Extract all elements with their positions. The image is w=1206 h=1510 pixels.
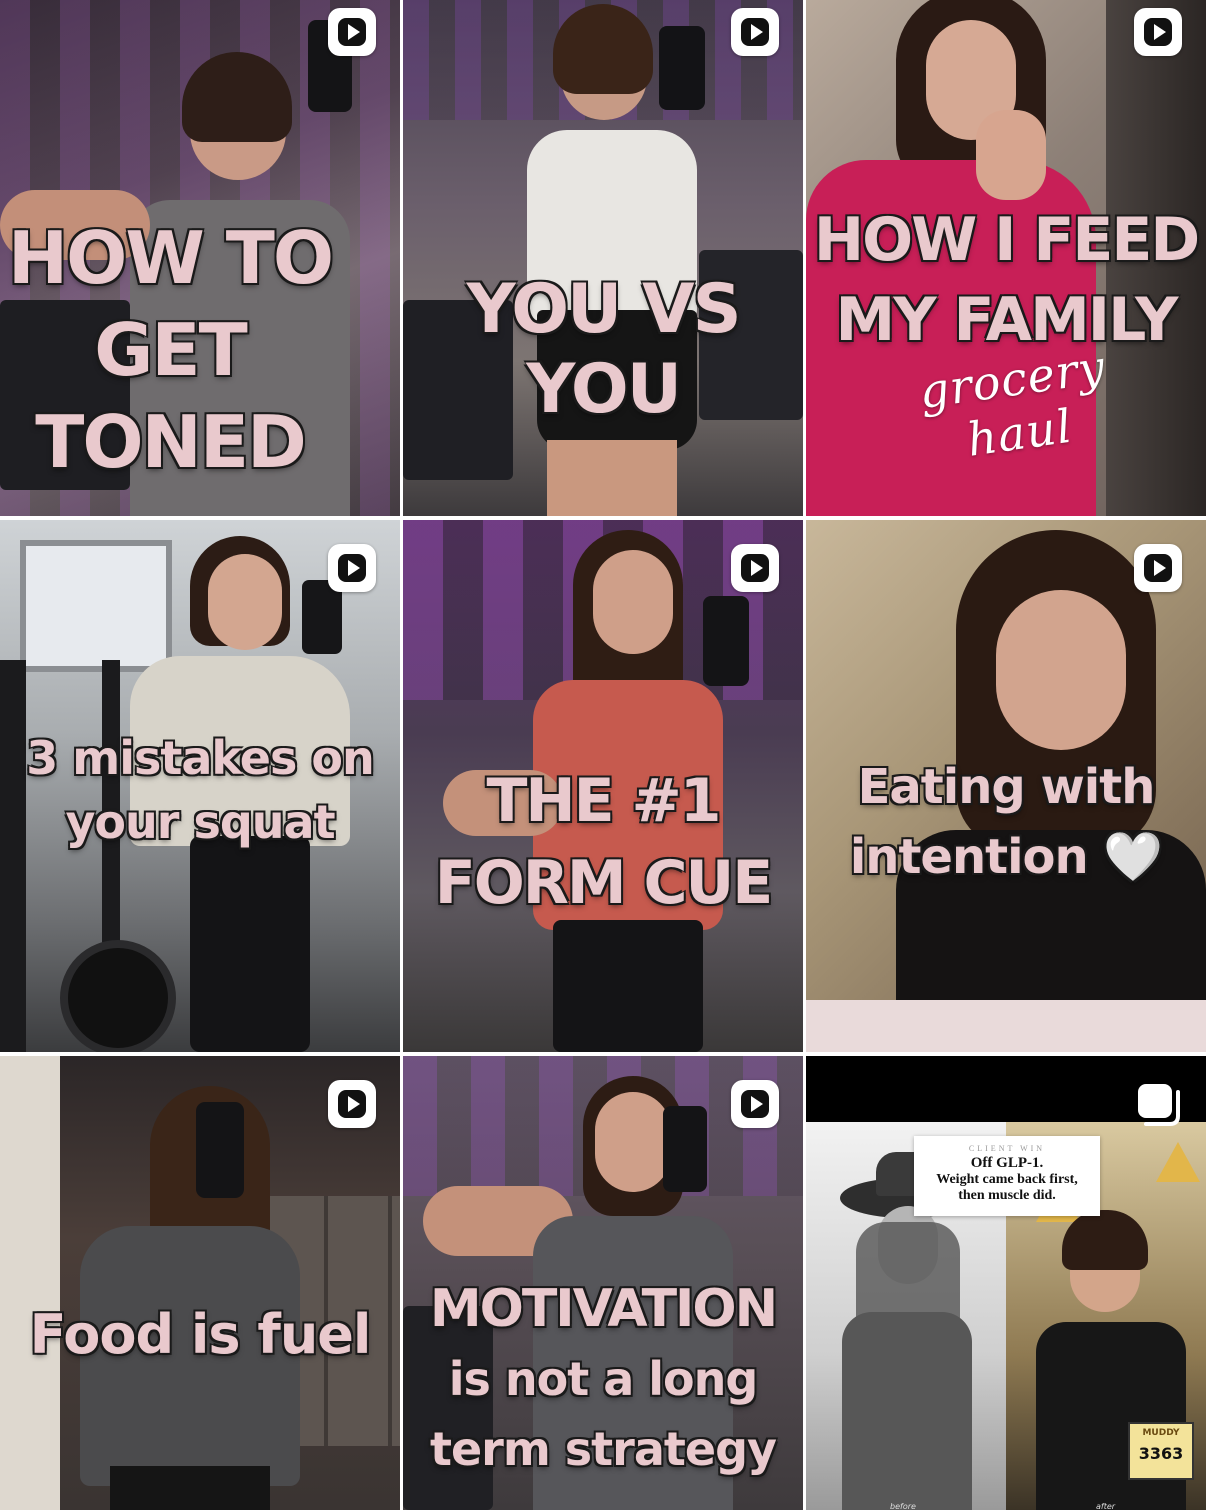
client-win-card: CLIENT WIN Off GLP-1. Weight came back f… — [914, 1136, 1100, 1216]
caption-line: term strategy — [429, 1422, 777, 1476]
post-tile-9[interactable]: MUDDY 3363 CLIENT WIN Off GLP-1. Weight … — [806, 1056, 1206, 1510]
race-bib: MUDDY 3363 — [1128, 1422, 1194, 1480]
hair — [553, 4, 653, 94]
star-decor — [1156, 1142, 1200, 1182]
tank-top — [1036, 1322, 1186, 1510]
play-icon[interactable] — [731, 544, 779, 592]
caption-line: HOW I FEED — [813, 205, 1200, 275]
post-tile-5[interactable]: THE #1 FORM CUE — [403, 520, 803, 1052]
post-tile-6[interactable]: Eating with intention 🤍 — [806, 520, 1206, 1052]
caption-line: YOU VS YOU — [466, 270, 741, 429]
play-icon[interactable] — [731, 1080, 779, 1128]
carousel-icon[interactable] — [1134, 1080, 1186, 1128]
person-photo — [60, 1086, 320, 1510]
wall-panel — [0, 1056, 60, 1510]
caption-line: intention 🤍 — [849, 829, 1163, 885]
post-caption-overlay: YOU VS YOU — [403, 270, 803, 430]
play-icon[interactable] — [1134, 544, 1182, 592]
before-label: before — [890, 1502, 916, 1510]
hand — [976, 110, 1046, 200]
phone — [663, 1106, 707, 1192]
play-icon[interactable] — [1134, 8, 1182, 56]
play-icon[interactable] — [731, 8, 779, 56]
card-line: Weight came back first, — [936, 1172, 1078, 1187]
hair — [1062, 1210, 1148, 1270]
post-caption-overlay: MOTIVATION is not a long term strategy — [403, 1274, 803, 1484]
caption-line: Food is fuel — [29, 1303, 372, 1366]
card-line: then muscle did. — [958, 1188, 1056, 1203]
leggings — [553, 920, 703, 1052]
leggings — [190, 836, 310, 1052]
caption-line: Eating with — [857, 759, 1156, 815]
post-caption-overlay: 3 mistakes on your squat — [0, 726, 400, 854]
tank-top — [842, 1312, 972, 1510]
phone — [196, 1102, 244, 1198]
play-icon[interactable] — [328, 8, 376, 56]
race-logo: MUDDY — [1142, 1428, 1180, 1438]
pants — [110, 1466, 270, 1510]
face — [595, 1092, 671, 1192]
post-tile-7[interactable]: Food is fuel — [0, 1056, 400, 1510]
caption-line: GET — [94, 308, 247, 392]
caption-line: is not a long — [448, 1352, 759, 1406]
legs — [547, 440, 677, 516]
bib-number: 3363 — [1138, 1444, 1184, 1463]
caption-line: HOW TO — [7, 216, 334, 300]
post-tile-4[interactable]: 3 mistakes on your squat — [0, 520, 400, 1052]
person-photo — [463, 0, 753, 516]
hair — [182, 52, 292, 142]
caption-line: MOTIVATION — [429, 1279, 778, 1339]
post-caption-overlay: HOW TO GET TONED — [0, 212, 400, 488]
play-icon[interactable] — [328, 544, 376, 592]
caption-line: 3 mistakes on — [26, 731, 374, 785]
caption-line: your squat — [65, 795, 335, 849]
face — [996, 590, 1126, 750]
profile-post-grid: HOW TO GET TONED YOU VS YOU HOW I FEED M… — [0, 0, 1206, 1510]
card-eyebrow: CLIENT WIN — [968, 1144, 1046, 1153]
caption-line: TONED — [35, 400, 307, 484]
card-line: Off GLP-1. — [970, 1155, 1044, 1171]
phone — [703, 596, 749, 686]
caption-line: THE #1 — [486, 766, 721, 836]
post-caption-overlay: Eating with intention 🤍 — [806, 752, 1206, 892]
face — [208, 554, 282, 650]
play-icon[interactable] — [328, 1080, 376, 1128]
post-tile-2[interactable]: YOU VS YOU — [403, 0, 803, 516]
phone — [659, 26, 705, 110]
post-tile-3[interactable]: HOW I FEED MY FAMILY grocery haul — [806, 0, 1206, 516]
post-caption-overlay: THE #1 FORM CUE — [403, 760, 803, 924]
after-label: after — [1096, 1502, 1116, 1510]
face — [593, 550, 673, 654]
caption-line: FORM CUE — [434, 848, 774, 918]
post-tile-8[interactable]: MOTIVATION is not a long term strategy — [403, 1056, 803, 1510]
blanket — [806, 1000, 1206, 1052]
post-caption-overlay: Food is fuel — [0, 1300, 400, 1370]
post-tile-1[interactable]: HOW TO GET TONED — [0, 0, 400, 516]
